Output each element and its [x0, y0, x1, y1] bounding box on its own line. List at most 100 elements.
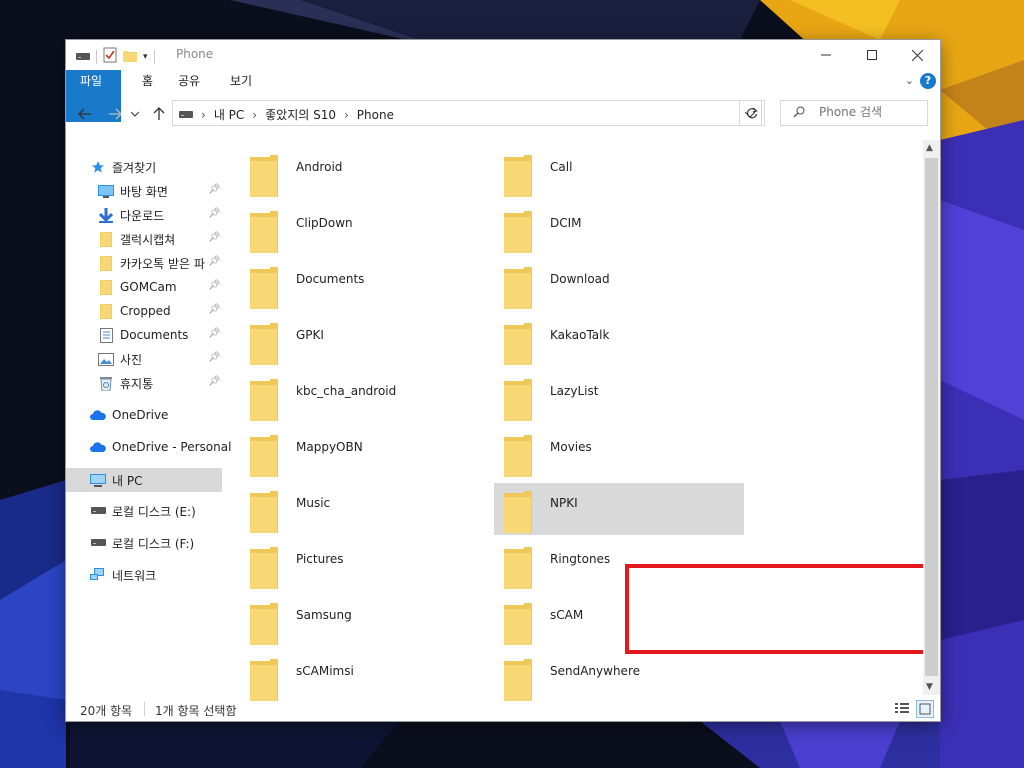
folder-item[interactable]: kbc_cha_android [226, 371, 476, 423]
nav-drive-f[interactable]: 로컬 디스크 (F:) [90, 531, 194, 555]
pin-icon[interactable]: 📌︎ [208, 304, 221, 315]
up-button[interactable] [148, 103, 170, 125]
folder-icon [250, 491, 278, 536]
forward-arrow-icon [109, 108, 122, 120]
folder-icon [504, 211, 532, 256]
folder-name: Call [550, 160, 573, 174]
nav-onedrive-personal[interactable]: OneDrive - Personal [90, 435, 231, 459]
folder-icon [250, 379, 278, 424]
folder-item[interactable]: MappyOBN [226, 427, 476, 479]
folder-item[interactable]: Pictures [226, 539, 476, 591]
navigation-pane: 즐겨찾기 바탕 화면 📌︎ 다운로드 📌︎ 갤럭시캡쳐 📌︎ 카카오톡 받은 파… [66, 140, 231, 695]
nav-onedrive[interactable]: OneDrive [90, 403, 168, 427]
nav-quick-access[interactable]: 즐겨찾기 [90, 155, 156, 179]
pin-icon[interactable]: 📌︎ [208, 352, 221, 363]
crumb-phone[interactable]: Phone [357, 108, 394, 122]
pictures-icon [98, 351, 114, 367]
nav-item-recycle-bin[interactable]: 휴지통 📌︎ [98, 371, 228, 395]
folder-name: LazyList [550, 384, 599, 398]
nav-item-kakaotalk-received[interactable]: 카카오톡 받은 파 📌︎ [98, 251, 228, 275]
pin-icon[interactable]: 📌︎ [208, 376, 221, 387]
quick-access-toolbar: ▾ [76, 47, 155, 66]
network-icon [90, 567, 106, 583]
folder-item[interactable]: KakaoTalk [480, 315, 730, 367]
maximize-button[interactable] [849, 40, 895, 70]
scrollbar-thumb[interactable] [925, 158, 938, 676]
refresh-button[interactable] [739, 100, 765, 126]
selected-count: 1개 항목 선택함 [155, 704, 237, 718]
nav-item-gomcam[interactable]: GOMCam 📌︎ [98, 275, 228, 299]
folder-item[interactable]: LazyList [480, 371, 730, 423]
details-view-button[interactable] [894, 700, 910, 716]
folder-item[interactable]: Movies [480, 427, 730, 479]
pin-icon[interactable]: 📌︎ [208, 256, 221, 267]
address-bar[interactable]: › 내 PC › 좋았지의 S10 › Phone [172, 100, 762, 126]
folder-icon [504, 547, 532, 592]
title-bar: ▾ Phone [66, 40, 940, 70]
address-row: › 내 PC › 좋았지의 S10 › Phone [66, 98, 940, 130]
folder-icon [504, 323, 532, 368]
pin-icon[interactable]: 📌︎ [208, 208, 221, 219]
folder-item[interactable]: Download [480, 259, 730, 311]
folder-item[interactable]: Documents [226, 259, 476, 311]
tab-share[interactable]: 공유 [164, 70, 214, 92]
nav-item-documents[interactable]: Documents 📌︎ [98, 323, 228, 347]
pin-icon[interactable]: 📌︎ [208, 280, 221, 291]
star-icon [90, 159, 106, 175]
properties-icon[interactable] [103, 47, 117, 66]
nav-item-galaxy-capture[interactable]: 갤럭시캡쳐 📌︎ [98, 227, 228, 251]
back-arrow-icon [78, 108, 91, 120]
folder-icon [98, 303, 114, 319]
folder-item[interactable]: Call [480, 147, 730, 199]
qat-dropdown-icon[interactable]: ▾ [143, 52, 148, 62]
nav-item-cropped[interactable]: Cropped 📌︎ [98, 299, 228, 323]
status-bar: 20개 항목 1개 항목 선택함 [66, 696, 940, 721]
close-button[interactable] [894, 40, 940, 70]
crumb-this-pc[interactable]: 내 PC [214, 106, 244, 123]
folder-item[interactable]: Music [226, 483, 476, 535]
tab-home[interactable]: 홈 [128, 70, 167, 92]
folder-name: Ringtones [550, 552, 611, 566]
new-folder-icon[interactable] [123, 48, 137, 65]
folder-name: KakaoTalk [550, 328, 610, 342]
back-button[interactable] [74, 103, 96, 125]
folder-item[interactable]: Samsung [226, 595, 476, 647]
minimize-button[interactable] [803, 40, 849, 70]
folder-item[interactable]: Android [226, 147, 476, 199]
nav-item-downloads[interactable]: 다운로드 📌︎ [98, 203, 228, 227]
folder-icon [250, 211, 278, 256]
nav-drive-e[interactable]: 로컬 디스크 (E:) [90, 499, 196, 523]
folder-icon [504, 435, 532, 480]
breadcrumb: › 내 PC › 좋았지의 S10 › Phone [179, 106, 394, 123]
search-box[interactable] [780, 100, 928, 126]
folder-item[interactable]: NPKI [494, 483, 744, 535]
ribbon-expand-icon[interactable]: ⌄ [905, 74, 914, 87]
nav-item-desktop[interactable]: 바탕 화면 📌︎ [98, 179, 228, 203]
pin-icon[interactable]: 📌︎ [208, 232, 221, 243]
nav-network[interactable]: 네트워크 [90, 563, 156, 587]
tab-view[interactable]: 보기 [216, 70, 266, 92]
refresh-icon [746, 107, 758, 119]
drive-icon [90, 535, 106, 551]
vertical-scrollbar[interactable]: ▲ ▼ [923, 140, 940, 695]
scroll-up-icon[interactable]: ▲ [926, 143, 933, 153]
cloud-icon [90, 439, 106, 455]
folder-item[interactable]: ClipDown [226, 203, 476, 255]
scroll-down-icon[interactable]: ▼ [926, 682, 933, 692]
large-icons-view-button[interactable] [916, 700, 934, 718]
folder-item[interactable]: DCIM [480, 203, 730, 255]
forward-button[interactable] [104, 103, 126, 125]
folder-name: Samsung [296, 608, 352, 622]
search-input[interactable] [819, 105, 923, 119]
nav-this-pc[interactable]: 내 PC [90, 468, 142, 492]
recent-locations-button[interactable] [128, 103, 142, 125]
pin-icon[interactable]: 📌︎ [208, 328, 221, 339]
crumb-device[interactable]: 좋았지의 S10 [265, 106, 336, 123]
pin-icon[interactable]: 📌︎ [208, 184, 221, 195]
qat-separator [96, 49, 97, 64]
folder-icon [504, 491, 532, 536]
folder-name: kbc_cha_android [296, 384, 397, 398]
help-icon[interactable]: ? [920, 73, 936, 89]
nav-item-pictures[interactable]: 사진 📌︎ [98, 347, 228, 371]
folder-item[interactable]: GPKI [226, 315, 476, 367]
